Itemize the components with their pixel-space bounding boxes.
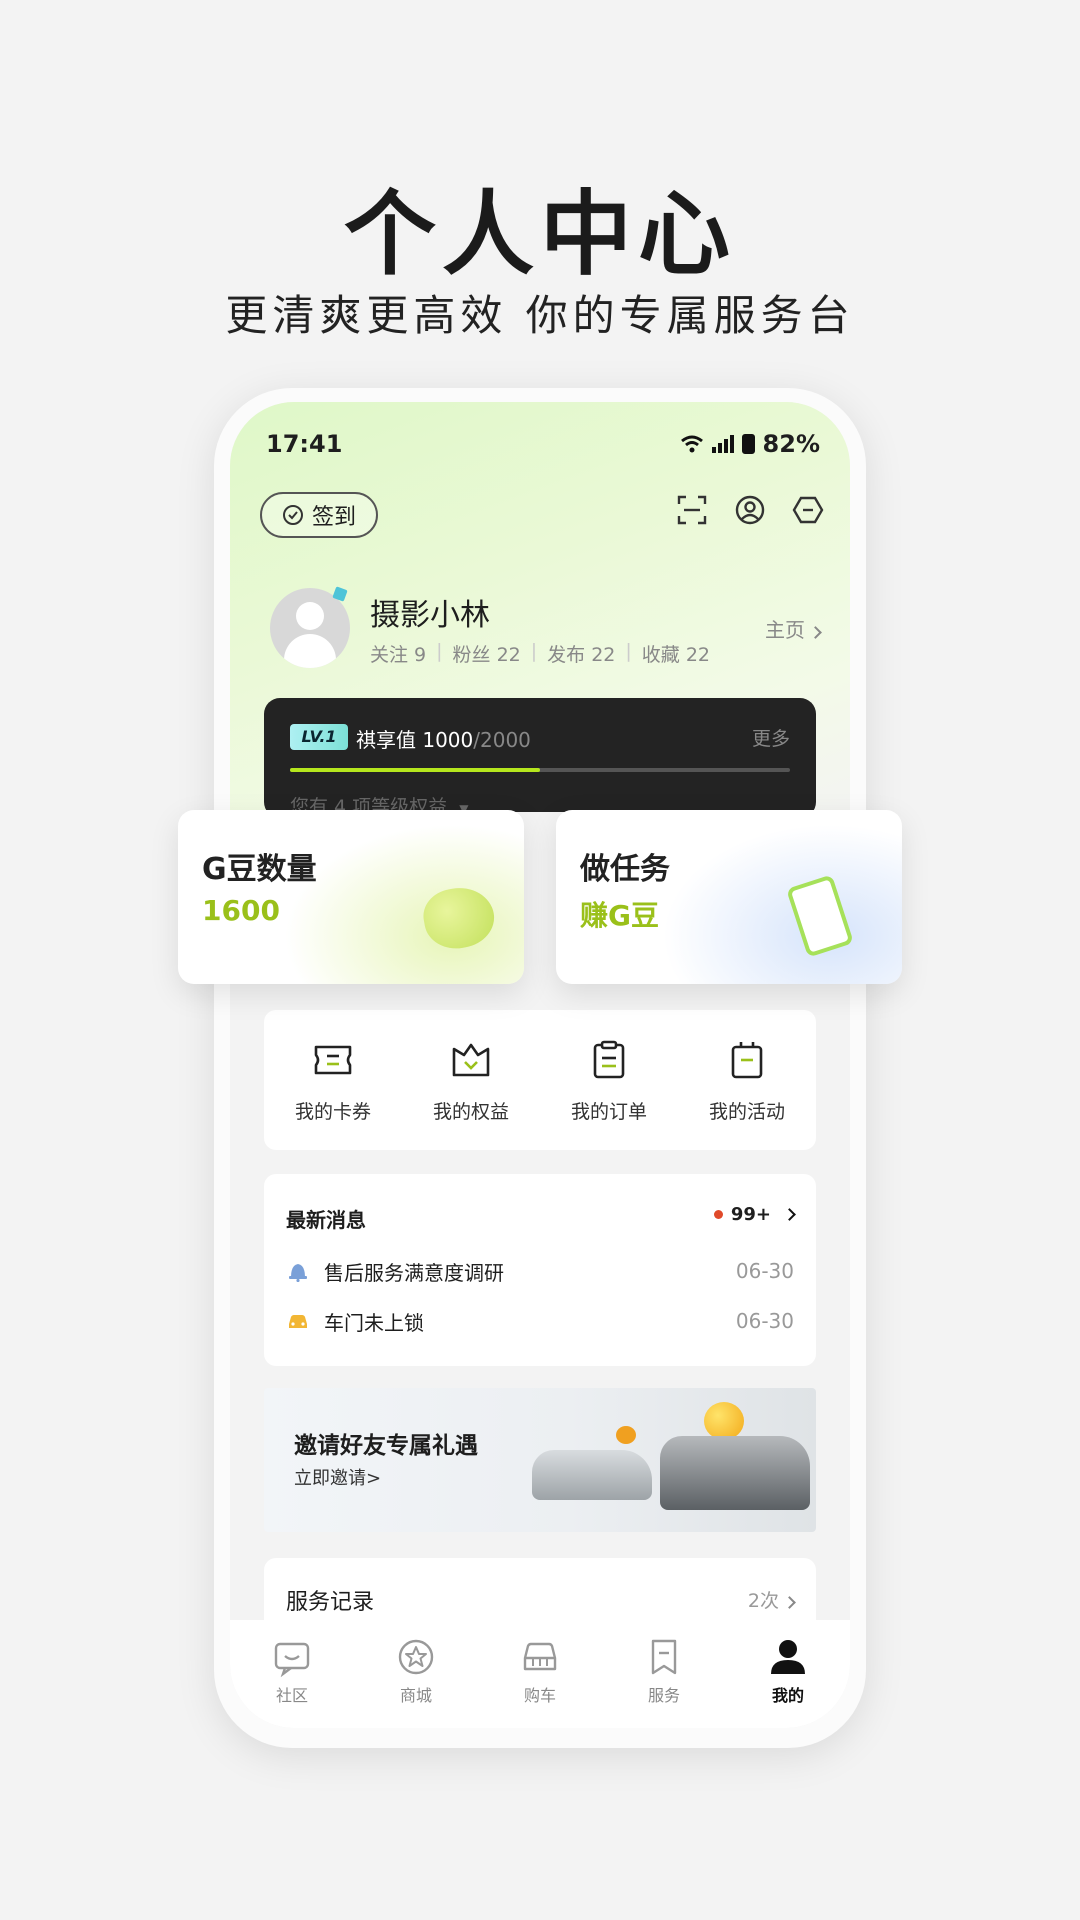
level-label: 祺享值 1000/2000 [356,724,531,753]
message-date: 06-30 [735,1259,794,1283]
grid-label: 我的卡券 [294,1100,371,1123]
messages-count[interactable]: 99+ [713,1204,796,1225]
messages-count-value: 99+ [730,1204,771,1225]
activity-icon [731,1041,763,1078]
grid-label: 我的订单 [570,1100,647,1123]
level-badge: LV.1 [290,724,348,750]
banner-title: 邀请好友专属礼遇 [294,1433,478,1459]
tab-mall[interactable]: 商城 [366,1636,466,1706]
balloon-image [616,1426,636,1444]
service-icon [651,1639,677,1675]
banner-link[interactable]: 立即邀请> [294,1464,381,1490]
tab-label: 商城 [399,1686,432,1705]
user-icon[interactable] [734,494,766,526]
grid-label: 我的活动 [708,1100,785,1123]
order-icon [593,1040,625,1078]
quick-menu: 我的卡券 我的权益 我的订单 我的活动 [264,1010,816,1150]
bottom-tab-bar: 社区 商城 购车 服务 我的 [230,1620,850,1728]
stat-fans[interactable]: 粉丝 22 [453,640,521,667]
chevron-right-icon [809,626,822,639]
unread-dot-icon [713,1210,723,1219]
level-value: 1000 [422,728,474,752]
stat-favorites[interactable]: 收藏 22 [642,640,710,667]
service-count-value: 2次 [747,1590,779,1612]
message-item[interactable]: 车门未上锁 06-30 [286,1306,794,1336]
calendar-check-icon [282,505,303,525]
balloon-image [704,1402,744,1440]
stat-follow[interactable]: 关注 9 [370,640,426,667]
status-time: 17:41 [266,430,343,458]
stat-posts[interactable]: 发布 22 [547,640,615,667]
task-card[interactable]: 做任务 赚G豆 [556,810,902,984]
tab-label: 服务 [647,1686,680,1705]
message-text: 车门未上锁 [324,1310,424,1335]
battery-level: 82% [762,430,820,458]
car-buy-icon [523,1642,557,1671]
chevron-right-icon [783,1208,796,1221]
level-more-link[interactable]: 更多 [752,724,790,751]
phone-screen: 17:41 82% 签到 摄影小林 关注 9 | 粉丝 22 | 发布 22 |… [230,402,850,1728]
tab-profile[interactable]: 我的 [738,1636,838,1706]
checkin-button[interactable]: 签到 [260,492,378,538]
invite-banner[interactable]: 邀请好友专属礼遇 立即邀请> [264,1388,816,1532]
grid-item-coupons[interactable]: 我的卡券 [273,1037,393,1124]
status-icons: 82% [680,430,820,458]
tab-service[interactable]: 服务 [614,1636,714,1706]
tab-label: 购车 [523,1686,556,1705]
hero-subtitle: 更清爽更高效 你的专属服务台 [225,291,855,340]
beans-value: 1600 [202,894,280,927]
level-progress-fill [290,768,540,772]
community-icon [274,1642,310,1678]
task-decoration [662,824,902,984]
scan-icon[interactable] [676,494,708,526]
signal-icon [711,435,734,453]
service-count: 2次 [747,1586,796,1613]
nickname: 摄影小林 [370,598,490,633]
profile-stats: 关注 9 | 粉丝 22 | 发布 22 | 收藏 22 [370,640,711,667]
task-title: 做任务 [580,852,670,887]
hero-title: 个人中心 [343,181,736,288]
level-label-text: 祺享值 [356,728,416,752]
level-progress-track [290,768,790,772]
tab-buy-car[interactable]: 购车 [490,1636,590,1706]
grid-item-orders[interactable]: 我的订单 [549,1037,669,1124]
bell-icon [289,1264,307,1282]
message-item[interactable]: 售后服务满意度调研 06-30 [286,1256,794,1286]
wifi-icon [680,435,703,453]
chevron-right-icon [783,1596,796,1609]
level-card[interactable]: LV.1 祺享值 1000/2000 更多 您有 4 项等级权益 ▼ [264,698,816,818]
tab-community[interactable]: 社区 [242,1636,342,1706]
car-image [532,1450,652,1500]
beans-card[interactable]: G豆数量 1600 [178,810,524,984]
car-icon [289,1315,307,1328]
service-title: 服务记录 [286,1590,375,1615]
car-image [660,1436,810,1510]
task-sub: 赚G豆 [580,899,659,932]
coupon-icon [314,1045,352,1074]
mall-icon [398,1639,434,1675]
beans-title: G豆数量 [202,852,317,887]
profile-icon [771,1640,805,1674]
messages-title: 最新消息 [286,1208,366,1232]
benefits-icon [452,1043,490,1076]
battery-icon [741,434,755,454]
homepage-link[interactable]: 主页 [765,614,822,643]
grid-label: 我的权益 [432,1100,509,1123]
message-date: 06-30 [735,1309,794,1333]
message-text: 售后服务满意度调研 [324,1260,504,1285]
settings-icon[interactable] [792,494,824,526]
tab-label: 社区 [275,1686,308,1705]
homepage-label: 主页 [765,618,805,642]
level-max: /2000 [473,728,531,752]
messages-card: 最新消息 99+ 售后服务满意度调研 06-30 车门未上锁 06-30 [264,1174,816,1366]
header-actions [676,494,824,526]
grid-item-benefits[interactable]: 我的权益 [411,1037,531,1124]
status-bar: 17:41 82% [266,426,820,466]
grid-item-activities[interactable]: 我的活动 [687,1037,807,1124]
checkin-label: 签到 [311,505,356,530]
tab-label: 我的 [771,1686,804,1705]
